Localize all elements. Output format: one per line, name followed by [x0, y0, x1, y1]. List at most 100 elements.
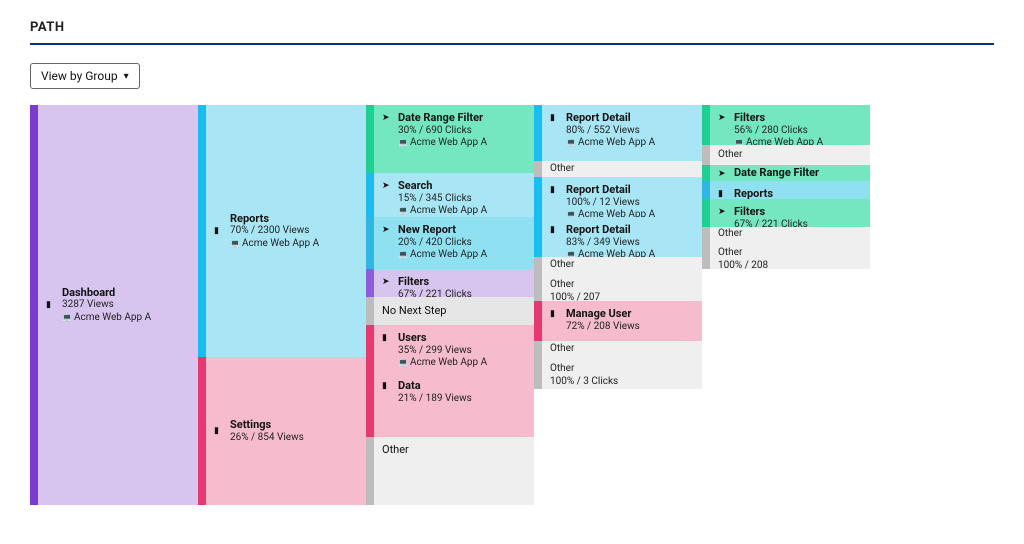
node-other[interactable]: Other [542, 257, 702, 273]
node-report-detail-2[interactable]: ▮ Report Detail 100% / 12 Views Acme Web… [542, 177, 702, 217]
cursor-icon: ➤ [718, 207, 728, 217]
node-report-detail-1[interactable]: ▮ Report Detail 80% / 552 Views Acme Web… [542, 105, 702, 161]
node-title: Reports [230, 212, 319, 226]
node-no-next-step[interactable]: No Next Step [374, 297, 534, 325]
node-data[interactable]: ▮ Data 21% / 189 Views [374, 373, 534, 437]
path-sankey: ▮ Dashboard 3287 Views Acme Web App A ▮ … [30, 105, 994, 505]
node-search[interactable]: ➤ Search 15% / 345 Clicks Acme Web App A [374, 173, 534, 217]
node-reports[interactable]: ▮ Reports 70% / 2300 Views Acme Web App … [206, 105, 366, 357]
node-date-range-filter-2[interactable]: ➤ Date Range Filter [710, 165, 870, 181]
cursor-icon: ➤ [382, 225, 392, 235]
node-title: Other [550, 279, 600, 292]
node-app: Acme Web App A [566, 249, 655, 257]
node-reports-2[interactable]: ▮ Reports … [710, 181, 870, 199]
node-stat: 83% / 349 Views [566, 237, 655, 250]
node-new-report[interactable]: ➤ New Report 20% / 420 Clicks Acme Web A… [374, 217, 534, 269]
node-stat: 100% / 12 Views [566, 197, 655, 210]
node-title: Filters [398, 275, 472, 289]
page-icon: ▮ [214, 426, 224, 436]
cursor-icon: ➤ [382, 113, 392, 123]
node-filters-2[interactable]: ➤ Filters 67% / 221 Clicks [710, 199, 870, 227]
node-report-detail-3[interactable]: ▮ Report Detail 83% / 349 Views Acme Web… [542, 217, 702, 257]
node-users[interactable]: ▮ Users 35% / 299 Views Acme Web App A [374, 325, 534, 373]
page-icon: ▮ [550, 309, 560, 319]
cursor-icon: ➤ [382, 181, 392, 191]
node-title: Other [550, 163, 574, 176]
node-stat: 67% / 221 Clicks [734, 219, 808, 227]
page-icon: ▮ [550, 113, 560, 123]
node-app: Acme Web App A [230, 238, 319, 251]
node-title: Settings [230, 418, 304, 432]
view-by-group-label: View by Group [41, 69, 118, 83]
page-title: PATH [30, 20, 994, 35]
node-title: New Report [398, 223, 487, 237]
node-stat: 3287 Views [62, 299, 151, 312]
node-stat: 56% / 280 Clicks [734, 125, 823, 138]
page-icon: ▮ [718, 189, 728, 199]
node-app: Acme Web App A [398, 357, 487, 370]
node-manage-user[interactable]: ▮ Manage User 72% / 208 Views [542, 301, 702, 341]
page-icon: ▮ [382, 381, 392, 391]
node-other[interactable]: Other [710, 227, 870, 241]
node-other[interactable]: Other [542, 161, 702, 177]
node-stat: 100% / 207 [550, 292, 600, 302]
node-title: Manage User [566, 307, 640, 321]
chevron-down-icon: ▾ [124, 71, 129, 82]
node-stat: 100% / 3 Clicks [550, 376, 618, 389]
node-title: Date Range Filter [734, 166, 819, 180]
node-stat: 15% / 345 Clicks [398, 193, 487, 206]
node-stat: 26% / 854 Views [230, 432, 304, 445]
node-stat: 21% / 189 Views [398, 393, 472, 406]
node-other-208[interactable]: Other 100% / 208 [710, 241, 870, 269]
cursor-icon: ➤ [718, 113, 728, 123]
node-filters-ios[interactable]: ➤ Filters 67% / 221 Clicks Acme IOS App … [374, 269, 534, 297]
node-title: No Next Step [382, 304, 446, 318]
cursor-icon: ➤ [718, 169, 728, 179]
node-other-3clicks[interactable]: Other 100% / 3 Clicks [542, 357, 702, 389]
node-title: Dashboard [62, 286, 151, 300]
node-stat: 70% / 2300 Views [230, 225, 319, 238]
divider [30, 43, 994, 45]
node-stat: 20% / 420 Clicks [398, 237, 487, 250]
node-stat: 100% / 208 [718, 260, 768, 270]
node-stat: 67% / 221 Clicks [398, 289, 472, 297]
page-icon: ▮ [46, 300, 56, 310]
node-app: Acme Web App A [398, 249, 487, 262]
node-title: Other [718, 247, 768, 260]
node-title: Other [550, 363, 618, 376]
node-title: Report Detail [566, 223, 655, 237]
node-app: Acme Web App A [734, 137, 823, 145]
node-settings[interactable]: ▮ Settings 26% / 854 Views [206, 357, 366, 505]
node-filters-1[interactable]: ➤ Filters 56% / 280 Clicks Acme Web App … [710, 105, 870, 145]
node-stat: 35% / 299 Views [398, 345, 487, 358]
node-title: Date Range Filter [398, 111, 487, 125]
node-app: Acme Web App A [62, 312, 151, 325]
node-title: Data [398, 379, 472, 393]
node-title: Search [398, 179, 487, 193]
page-icon: ▮ [550, 185, 560, 195]
cursor-icon: ➤ [382, 277, 392, 287]
node-app: Acme Web App A [566, 137, 655, 150]
node-title: Users [398, 331, 487, 345]
view-by-group-dropdown[interactable]: View by Group ▾ [30, 63, 140, 89]
node-stat: 72% / 208 Views [566, 321, 640, 334]
node-title: Other [718, 228, 742, 241]
node-dashboard[interactable]: ▮ Dashboard 3287 Views Acme Web App A [38, 105, 198, 505]
node-title: Filters [734, 111, 823, 125]
page-icon: ▮ [550, 225, 560, 235]
page-icon: ▮ [214, 226, 224, 236]
node-app: Acme Web App A [398, 137, 487, 150]
node-other[interactable]: Other [542, 341, 702, 357]
node-stat: 80% / 552 Views [566, 125, 655, 138]
node-title: Other [550, 343, 574, 356]
node-other[interactable]: Other [374, 437, 534, 505]
node-other[interactable]: Other [710, 145, 870, 165]
node-app: Acme Web App A [398, 205, 487, 217]
node-date-range-filter[interactable]: ➤ Date Range Filter 30% / 690 Clicks Acm… [374, 105, 534, 173]
node-title: Other [718, 149, 742, 162]
node-title: Other [550, 259, 574, 272]
node-other-207[interactable]: Other 100% / 207 [542, 273, 702, 301]
node-stat: 30% / 690 Clicks [398, 125, 487, 138]
node-title: Filters [734, 205, 808, 219]
node-title: Report Detail [566, 111, 655, 125]
